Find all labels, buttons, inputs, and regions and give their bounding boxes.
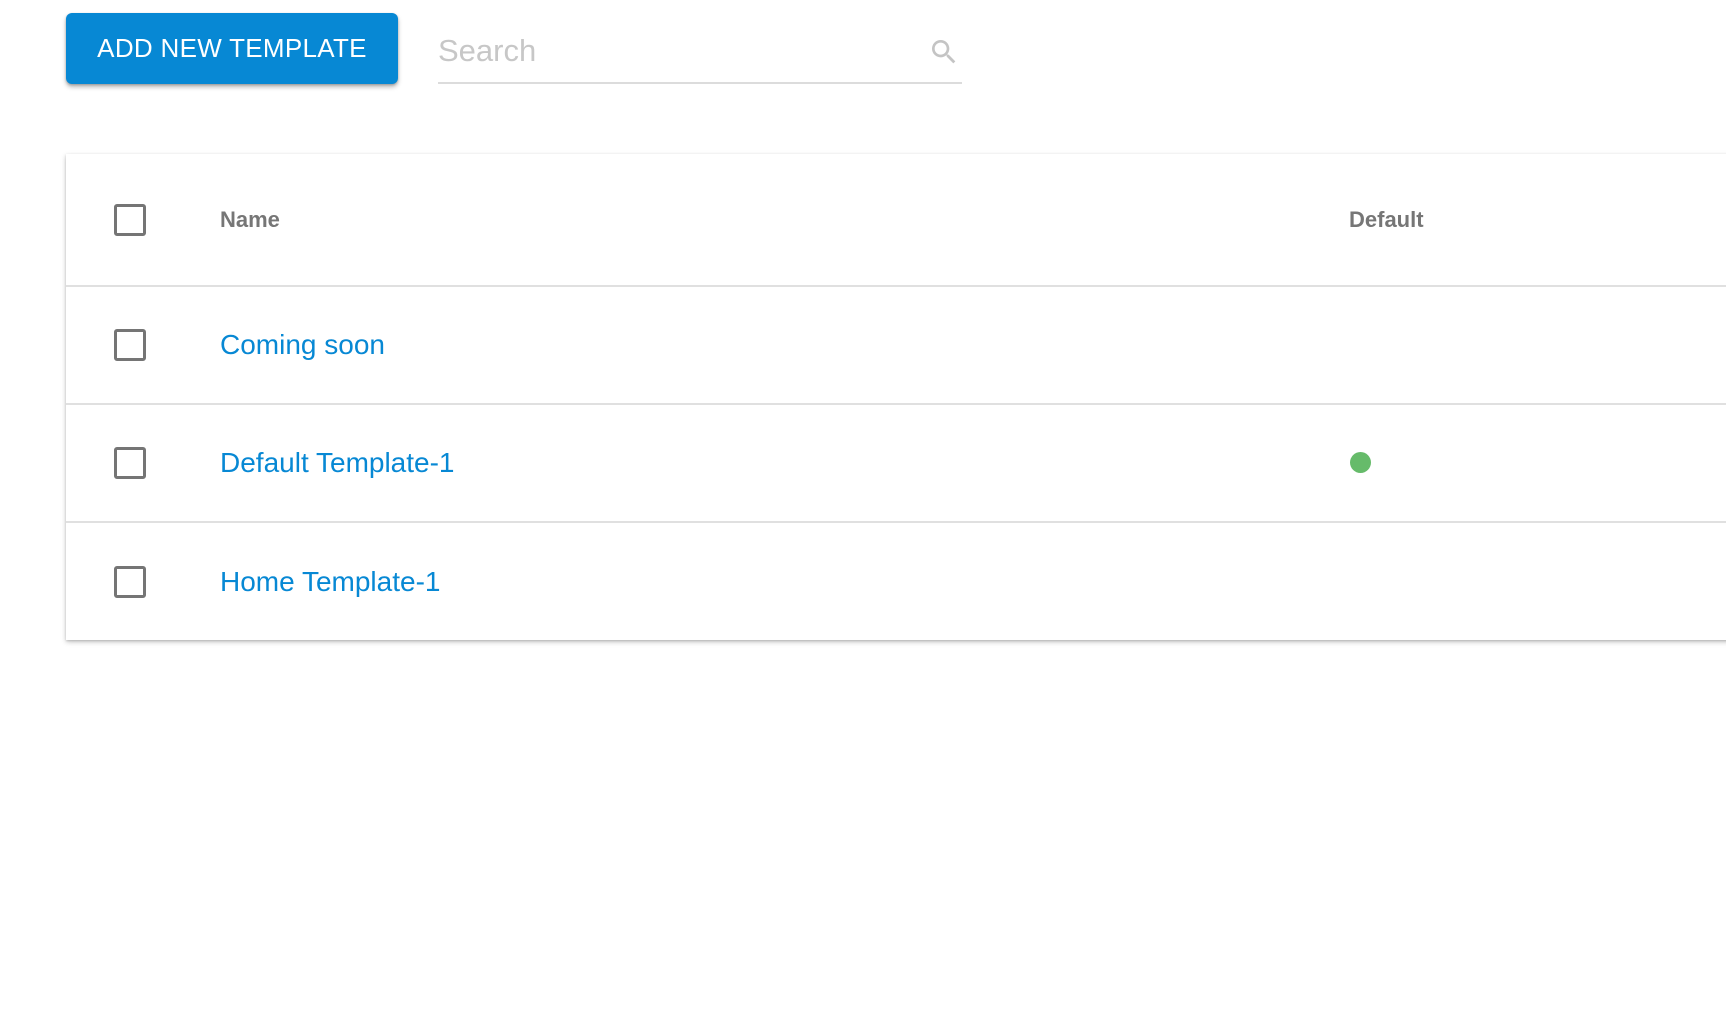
template-name-link[interactable]: Coming soon (220, 329, 385, 361)
table-row: Home Template-1 (66, 523, 1726, 640)
search-input[interactable] (438, 26, 908, 76)
column-header-name[interactable]: Name (220, 207, 280, 233)
column-header-default[interactable]: Default (1349, 207, 1424, 233)
search-icon[interactable] (928, 36, 960, 68)
table-row: Coming soon (66, 287, 1726, 405)
template-name-link[interactable]: Home Template-1 (220, 566, 440, 598)
template-name-link[interactable]: Default Template-1 (220, 447, 455, 479)
default-indicator-icon (1350, 452, 1371, 473)
row-checkbox[interactable] (114, 447, 146, 479)
templates-table: Name Default Coming soon Default Templat… (66, 154, 1726, 640)
table-row: Default Template-1 (66, 405, 1726, 523)
row-checkbox[interactable] (114, 565, 146, 598)
select-all-checkbox[interactable] (114, 203, 146, 236)
table-header-row: Name Default (66, 154, 1726, 287)
search-field (438, 26, 962, 84)
add-new-template-button[interactable]: ADD NEW TEMPLATE (66, 12, 398, 84)
toolbar: ADD NEW TEMPLATE (66, 12, 398, 84)
row-checkbox[interactable] (114, 329, 146, 361)
